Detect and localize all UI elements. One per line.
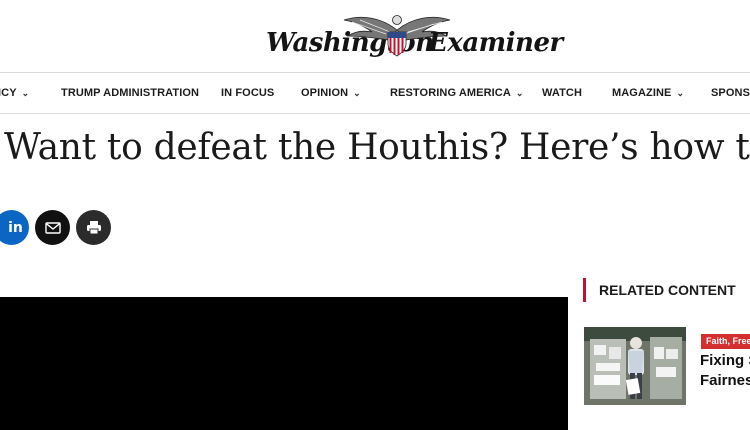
related-article-category-badge[interactable]: Faith, Free bbox=[701, 334, 750, 349]
email-share-button[interactable] bbox=[35, 210, 70, 245]
email-icon bbox=[44, 221, 61, 234]
nav-item-opinion[interactable]: OPINION ⌄ bbox=[301, 73, 361, 113]
main-nav: ICY ⌄ TRUMP ADMINISTRATION IN FOCUS OPINI… bbox=[0, 72, 750, 114]
chevron-down-icon: ⌄ bbox=[515, 88, 524, 98]
chevron-down-icon: ⌄ bbox=[676, 88, 685, 98]
linkedin-icon: in bbox=[8, 219, 23, 236]
nav-item-label: SPONSO bbox=[711, 87, 750, 99]
nav-item-label: IN FOCUS bbox=[221, 87, 275, 99]
nav-item-label: RESTORING AMERICA bbox=[390, 87, 511, 99]
related-article-title-line-1: Fixing S bbox=[700, 352, 750, 369]
print-button[interactable] bbox=[76, 210, 111, 245]
site-logo[interactable]: Washington Examiner bbox=[262, 10, 563, 60]
related-article-image bbox=[584, 327, 686, 405]
logo-word-right: Examiner bbox=[428, 28, 563, 58]
nav-item-watch[interactable]: WATCH bbox=[542, 73, 582, 113]
nav-item-label: OPINION bbox=[301, 87, 349, 99]
chevron-down-icon: ⌄ bbox=[353, 88, 361, 98]
linkedin-share-button[interactable]: in bbox=[0, 210, 29, 245]
video-player[interactable] bbox=[0, 297, 568, 430]
nav-item-trump-administration[interactable]: TRUMP ADMINISTRATION bbox=[61, 73, 199, 113]
nav-item-magazine[interactable]: MAGAZINE ⌄ bbox=[612, 73, 684, 113]
chevron-down-icon: ⌄ bbox=[21, 88, 30, 98]
nav-item-label: ICY bbox=[0, 87, 17, 99]
nav-item-label: TRUMP ADMINISTRATION bbox=[61, 87, 200, 99]
nav-item-policy[interactable]: ICY ⌄ bbox=[0, 73, 29, 113]
related-content-heading: RELATED CONTENT bbox=[583, 278, 750, 302]
nav-item-restoring-america[interactable]: RESTORING AMERICA ⌄ bbox=[390, 73, 524, 113]
article-headline: Want to defeat the Houthis? Here’s how t… bbox=[4, 127, 750, 168]
related-article-thumbnail[interactable] bbox=[584, 327, 686, 405]
nav-item-in-focus[interactable]: IN FOCUS bbox=[221, 73, 274, 113]
nav-item-sponsored[interactable]: SPONSO bbox=[711, 73, 750, 113]
related-article-title[interactable]: Fixing S Fairness bbox=[700, 351, 750, 391]
related-article-title-line-2: Fairness bbox=[700, 372, 750, 389]
masthead: Washington Examiner bbox=[0, 0, 750, 72]
print-icon bbox=[86, 221, 101, 235]
nav-item-label: WATCH bbox=[542, 87, 583, 99]
nav-item-label: MAGAZINE bbox=[612, 87, 672, 99]
